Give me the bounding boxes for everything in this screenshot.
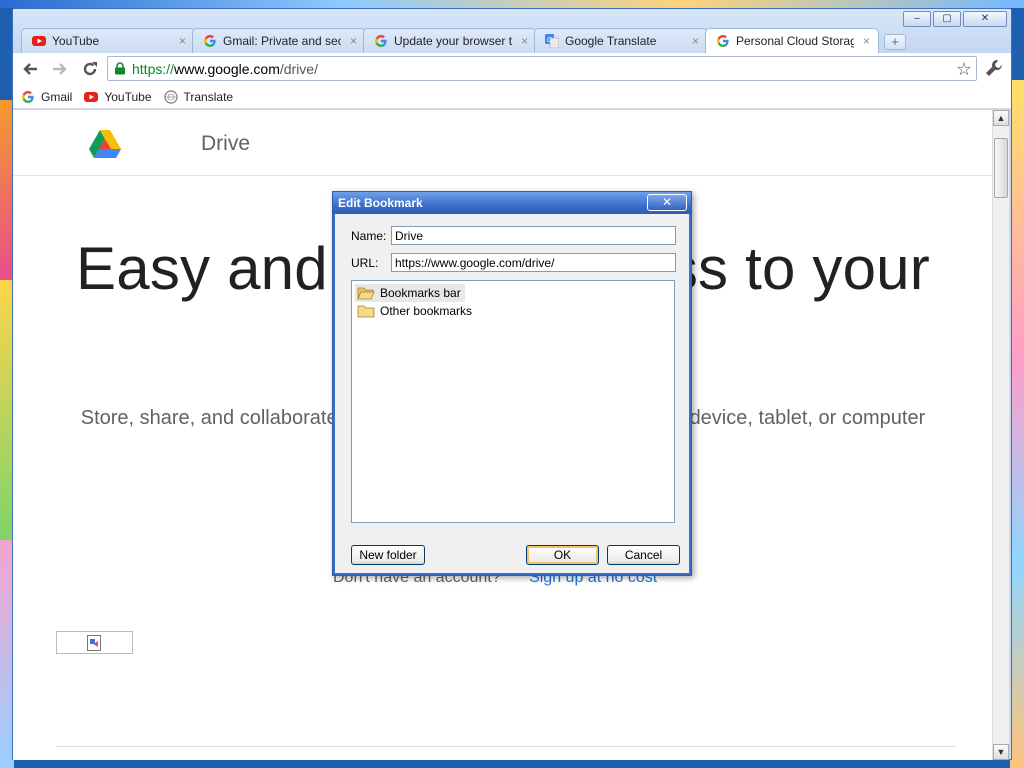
forward-arrow-icon	[53, 63, 67, 75]
new-tab-button[interactable]: +	[884, 34, 906, 50]
tab-update-browser[interactable]: Update your browser to use ×	[363, 28, 537, 53]
vertical-scrollbar[interactable]: ▲ ▼	[992, 110, 1009, 760]
scroll-up-icon[interactable]: ▲	[993, 110, 1009, 126]
tab-strip: ‒ ▢ ✕ YouTube × Gmail: Private and secur…	[13, 9, 1011, 53]
google-icon	[716, 34, 730, 48]
cancel-button[interactable]: Cancel	[607, 545, 680, 565]
bookmark-gmail[interactable]: Gmail	[21, 90, 72, 104]
svg-text:G: G	[547, 36, 552, 44]
back-arrow-icon	[23, 63, 37, 75]
open-folder-icon	[357, 287, 375, 300]
toolbar: https://www.google.com/drive/ ☆	[13, 53, 1011, 85]
close-window-button[interactable]: ✕	[963, 11, 1007, 27]
bookmarks-bar: Gmail YouTube Translate	[13, 85, 1011, 109]
divider	[56, 746, 956, 747]
url-row: URL: https://www.google.com/drive/	[351, 253, 676, 272]
youtube-icon	[32, 34, 46, 48]
edit-bookmark-dialog: Edit Bookmark ✕ Name: Drive URL: https:/…	[332, 191, 692, 576]
drive-header: Drive	[13, 110, 993, 176]
drive-brand: Drive	[201, 132, 251, 155]
hero-text-left: Easy and	[76, 235, 328, 302]
bookmark-label: Gmail	[41, 89, 73, 104]
wrench-icon[interactable]	[983, 57, 1005, 79]
google-drive-logo-icon[interactable]	[89, 130, 121, 158]
google-icon	[21, 90, 35, 104]
url-host: www.google.com	[174, 60, 280, 77]
subtitle-text-left: Store, share, and collaborate	[80, 407, 338, 429]
tab-close-icon[interactable]: ×	[350, 34, 357, 48]
tab-close-icon[interactable]: ×	[692, 34, 699, 48]
url-label: URL:	[351, 255, 379, 270]
bookmark-label: YouTube	[104, 89, 152, 104]
name-row: Name: Drive	[351, 226, 676, 245]
folder-icon	[357, 305, 375, 318]
youtube-icon	[84, 90, 99, 104]
tab-personal-cloud-storage[interactable]: Personal Cloud Storage & File ×	[705, 28, 879, 53]
tab-youtube[interactable]: YouTube ×	[21, 28, 195, 53]
minimize-button[interactable]: ‒	[903, 11, 931, 27]
tab-label: Personal Cloud Storage & File	[736, 34, 854, 48]
bookmark-star-icon[interactable]: ☆	[956, 59, 972, 80]
dialog-title: Edit Bookmark	[338, 196, 423, 210]
forward-button[interactable]	[47, 56, 73, 82]
broken-image	[56, 631, 133, 654]
tab-close-icon[interactable]: ×	[179, 34, 186, 48]
google-icon	[203, 34, 217, 48]
tab-google-translate[interactable]: G Google Translate ×	[534, 28, 708, 53]
broken-image-icon	[87, 635, 101, 651]
tab-label: YouTube	[52, 34, 100, 48]
desktop-background	[0, 0, 1024, 8]
translate-icon: G	[545, 34, 559, 48]
name-field[interactable]: Drive	[391, 226, 676, 245]
bookmark-label: Translate	[183, 89, 234, 104]
tab-label: Google Translate	[565, 34, 657, 48]
url-scheme: https://	[132, 60, 175, 77]
bookmark-youtube[interactable]: YouTube	[84, 89, 152, 104]
folder-label: Other bookmarks	[380, 304, 473, 318]
folder-tree: Bookmarks bar Other bookmarks	[351, 280, 675, 523]
ok-button[interactable]: OK	[526, 545, 599, 565]
back-button[interactable]	[17, 56, 43, 82]
tab-label: Gmail: Private and secure	[223, 34, 341, 48]
scroll-down-icon[interactable]: ▼	[993, 744, 1009, 760]
reload-button[interactable]	[77, 56, 103, 82]
hero-text-right: ss to your	[667, 235, 930, 302]
name-label: Name:	[351, 228, 387, 243]
url-field[interactable]: https://www.google.com/drive/	[391, 253, 676, 272]
folder-item-bookmarks-bar[interactable]: Bookmarks bar	[355, 284, 465, 302]
dialog-close-button[interactable]: ✕	[647, 194, 687, 211]
bookmark-translate[interactable]: Translate	[163, 89, 234, 104]
reload-icon	[83, 62, 97, 76]
scroll-thumb[interactable]	[994, 138, 1008, 198]
address-bar[interactable]: https://www.google.com/drive/ ☆	[107, 56, 977, 81]
tab-close-icon[interactable]: ×	[521, 34, 528, 48]
tab-gmail[interactable]: Gmail: Private and secure ×	[192, 28, 366, 53]
desktop-background	[1010, 80, 1024, 768]
new-folder-button[interactable]: New folder	[351, 545, 425, 565]
globe-icon	[163, 89, 178, 104]
tab-close-icon[interactable]: ×	[863, 34, 870, 48]
folder-label: Bookmarks bar	[380, 286, 461, 300]
google-icon	[374, 34, 388, 48]
url-path: /drive/	[279, 60, 318, 77]
lock-icon	[115, 62, 125, 75]
subtitle-text-right: device, tablet, or computer	[689, 407, 926, 429]
dialog-body: Name: Drive URL: https://www.google.com/…	[333, 214, 691, 575]
window-controls: ‒ ▢ ✕	[903, 11, 1007, 27]
tab-label: Update your browser to use	[394, 34, 512, 48]
folder-item-other-bookmarks[interactable]: Other bookmarks	[355, 302, 476, 320]
maximize-button[interactable]: ▢	[933, 11, 961, 27]
tabs: YouTube × Gmail: Private and secure × Up…	[21, 28, 906, 53]
dialog-title-bar[interactable]: Edit Bookmark ✕	[333, 192, 691, 214]
